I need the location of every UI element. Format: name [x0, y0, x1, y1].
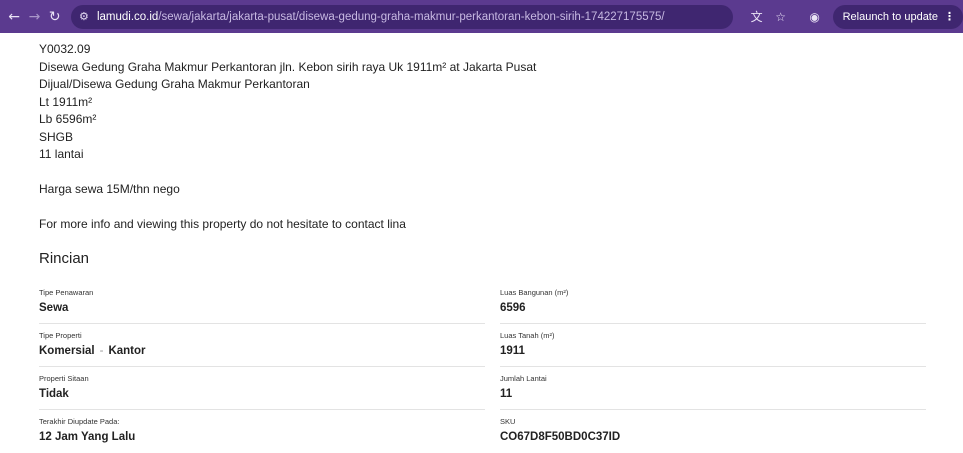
detail-value: 11 [500, 388, 513, 400]
desc-line: Disewa Gedung Graha Makmur Perkantoran j… [39, 59, 537, 74]
detail-terakhir-diupdate: Terakhir Diupdate Pada: 12 Jam Yang Lalu [39, 410, 485, 453]
details-row: Terakhir Diupdate Pada: 12 Jam Yang Lalu… [39, 410, 926, 453]
price-line: Harga sewa 15M/thn nego [39, 182, 180, 196]
detail-value: Komersial - Kantor [39, 345, 146, 357]
detail-luas-tanah: Luas Tanah (m²) 1911 [500, 324, 926, 367]
detail-label: Terakhir Diupdate Pada: [39, 417, 120, 426]
details-row: Tipe Penawaran Sewa Luas Bangunan (m²) 6… [39, 281, 926, 324]
detail-value: Tidak [39, 388, 69, 400]
detail-label: Jumlah Lantai [500, 374, 547, 383]
value-separator: - [99, 345, 104, 357]
desc-line: SHGB [39, 129, 74, 144]
detail-value: Sewa [39, 302, 69, 314]
detail-label: Tipe Properti [39, 331, 82, 340]
desc-line: Dijual/Disewa Gedung Graha Makmur Perkan… [39, 77, 310, 91]
site-settings-icon[interactable]: ⚙ [79, 10, 97, 23]
relaunch-button[interactable]: Relaunch to update ⋮ [832, 4, 963, 29]
url-text: lamudi.co.id/sewa/jakarta/jakarta-pusat/… [97, 11, 665, 23]
details-row: Properti Sitaan Tidak Jumlah Lantai 11 [39, 367, 926, 410]
listing-description: Y0032.09 Disewa Gedung Graha Makmur Perk… [39, 33, 929, 267]
property-subtype-link[interactable]: Kantor [108, 345, 145, 357]
address-bar[interactable]: ⚙ lamudi.co.id/sewa/jakarta/jakarta-pusa… [70, 4, 733, 29]
detail-tipe-penawaran: Tipe Penawaran Sewa [39, 281, 485, 324]
detail-label: Luas Bangunan (m²) [500, 288, 569, 297]
star-icon[interactable]: ☆ [769, 5, 793, 29]
detail-label: Luas Tanah (m²) [500, 331, 555, 340]
detail-label: Properti Sitaan [39, 374, 89, 383]
detail-sku: SKU CO67D8F50BD0C37ID [500, 410, 926, 453]
desc-line: Lb 6596m² [39, 112, 97, 126]
relaunch-label: Relaunch to update [842, 10, 938, 23]
detail-properti-sitaan: Properti Sitaan Tidak [39, 367, 485, 410]
detail-value: 6596 [500, 302, 526, 314]
detail-luas-bangunan: Luas Bangunan (m²) 6596 [500, 281, 926, 324]
url-path: /sewa/jakarta/jakarta-pusat/disewa-gedun… [158, 10, 665, 23]
reload-icon[interactable]: ↻ [45, 6, 65, 28]
desc-line: Lt 1911m² [39, 94, 93, 109]
contact-line: For more info and viewing this property … [39, 217, 406, 231]
details-grid: Tipe Penawaran Sewa Luas Bangunan (m²) 6… [39, 281, 926, 453]
desc-line: 11 lantai [39, 147, 84, 161]
listing-content: Y0032.09 Disewa Gedung Graha Makmur Perk… [39, 33, 929, 443]
browser-toolbar: ← → ↻ ⚙ lamudi.co.id/sewa/jakarta/jakart… [0, 0, 963, 33]
details-row: Tipe Properti Komersial - Kantor Luas Tana… [39, 324, 926, 367]
profile-icon[interactable]: ◉ [803, 5, 827, 29]
detail-value: CO67D8F50BD0C37ID [500, 431, 621, 443]
more-vert-icon[interactable]: ⋮ [944, 10, 955, 23]
details-title: Rincian [39, 249, 90, 267]
detail-value: 1911 [500, 345, 525, 357]
detail-tipe-properti: Tipe Properti Komersial - Kantor [39, 324, 485, 367]
translate-icon[interactable]: 文 [745, 5, 769, 29]
url-host: lamudi.co.id [96, 10, 159, 23]
desc-line: Y0032.09 [39, 42, 91, 56]
detail-jumlah-lantai: Jumlah Lantai 11 [500, 367, 926, 410]
detail-label: Tipe Penawaran [39, 288, 94, 297]
detail-value: 12 Jam Yang Lalu [39, 431, 136, 443]
detail-label: SKU [500, 417, 516, 426]
back-arrow-icon[interactable]: ← [4, 6, 24, 28]
forward-arrow-icon[interactable]: → [24, 6, 44, 28]
property-category-link[interactable]: Komersial [39, 345, 95, 357]
